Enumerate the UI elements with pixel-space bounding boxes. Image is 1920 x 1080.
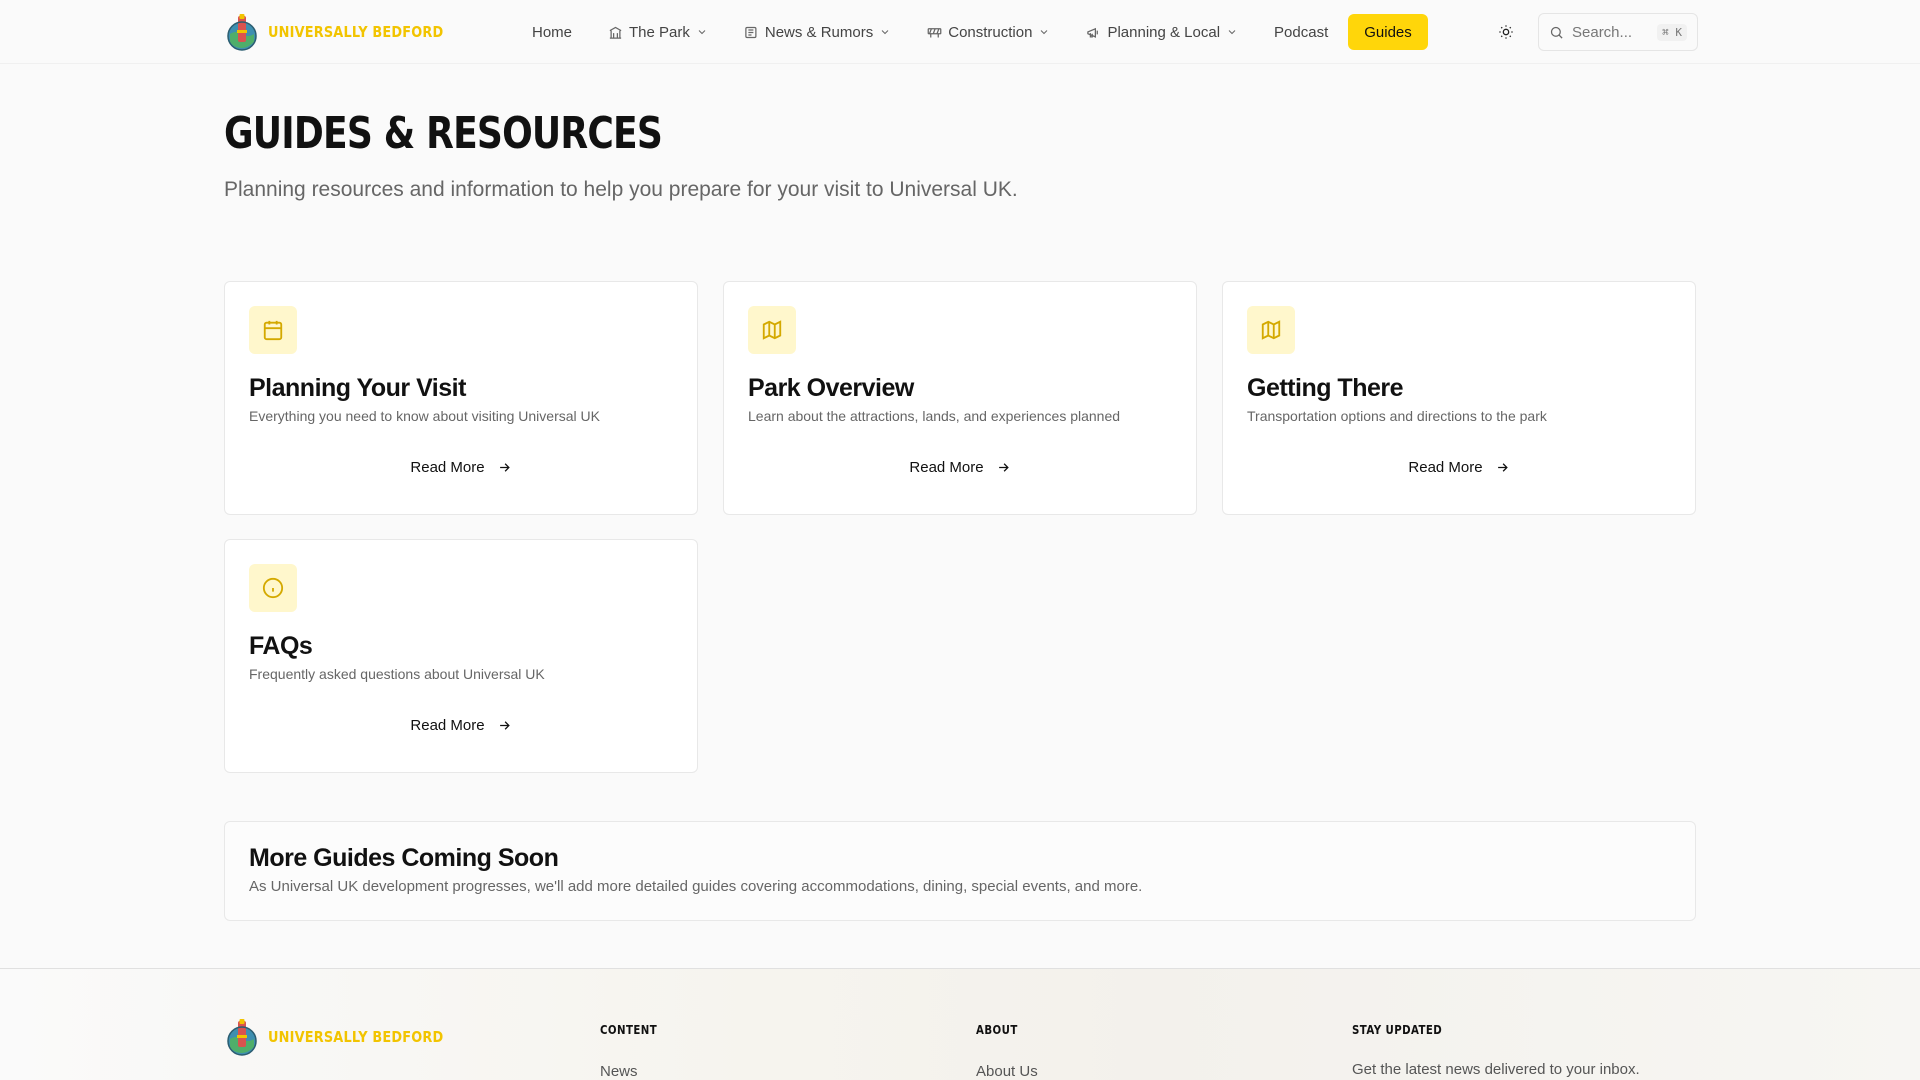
arrow-right-icon (499, 462, 510, 472)
globe-logo-icon (227, 1019, 257, 1056)
construction-icon (927, 27, 942, 37)
site-footer: UNIVERSALLY BEDFORD CONTENT News ABOUT A… (0, 968, 1920, 1080)
footer-brand-link[interactable]: UNIVERSALLY BEDFORD (224, 1017, 472, 1057)
footer-heading-stay-updated: STAY UPDATED (1352, 1023, 1443, 1037)
nav-item-label: Planning & Local (1107, 23, 1221, 41)
page-subtitle: Planning resources and information to he… (224, 178, 1018, 201)
nav-item-label: Construction (948, 23, 1033, 41)
card-description: Frequently asked questions about Univers… (249, 666, 545, 682)
card-icon-box (748, 306, 796, 354)
card-title: Park Overview (748, 374, 914, 402)
nav-item-planning-local[interactable]: Planning & Local (1068, 14, 1256, 50)
read-more-link[interactable]: Read More (225, 708, 697, 742)
card-icon-box (1247, 306, 1295, 354)
card-description: Transportation options and directions to… (1247, 408, 1547, 424)
card-description: Everything you need to know about visiti… (249, 408, 600, 424)
search-placeholder: Search... (1572, 23, 1633, 41)
chevron-down-icon (698, 30, 706, 35)
read-more-label: Read More (410, 458, 485, 476)
read-more-link[interactable]: Read More (225, 450, 697, 484)
nav-item-label: Podcast (1274, 23, 1329, 41)
read-more-link[interactable]: Read More (724, 450, 1196, 484)
coming-soon-banner: More Guides Coming Soon As Universal UK … (224, 821, 1696, 921)
read-more-label: Read More (410, 716, 485, 734)
card-icon-box (249, 564, 297, 612)
nav-item-label: Home (532, 23, 573, 41)
footer-newsletter-text: Get the latest news delivered to your in… (1352, 1061, 1640, 1078)
nav-item-label: Guides (1364, 23, 1412, 41)
search-input[interactable]: Search... ⌘ K (1538, 13, 1698, 51)
guide-card-getting-there[interactable]: Getting There Transportation options and… (1222, 281, 1696, 515)
footer-link-news[interactable]: News (600, 1063, 638, 1080)
nav-links: Home The Park News & Rumors Construction… (514, 0, 1428, 64)
arrow-right-icon (499, 720, 510, 730)
brand-logo-link[interactable]: UNIVERSALLY BEDFORD (224, 12, 472, 52)
newspaper-icon (745, 26, 757, 38)
page-title: GUIDES & RESOURCES (224, 108, 663, 159)
nav-item-the-park[interactable]: The Park (590, 14, 726, 50)
guide-card-faqs[interactable]: FAQs Frequently asked questions about Un… (224, 539, 698, 773)
top-navbar: UNIVERSALLY BEDFORD Home The Park News &… (0, 0, 1920, 64)
info-icon (262, 577, 284, 599)
building-icon (609, 26, 622, 39)
footer-heading-about: ABOUT (976, 1023, 1018, 1037)
nav-item-news-rumors[interactable]: News & Rumors (726, 14, 909, 50)
search-icon (1550, 26, 1563, 39)
nav-item-label: The Park (629, 23, 690, 41)
card-title: Getting There (1247, 374, 1404, 402)
card-title: FAQs (249, 632, 313, 660)
nav-item-construction[interactable]: Construction (909, 14, 1068, 50)
nav-item-label: News & Rumors (764, 23, 874, 41)
arrow-right-icon (1497, 462, 1508, 472)
footer-brand-name: UNIVERSALLY BEDFORD (268, 1028, 444, 1046)
guide-card-park-overview[interactable]: Park Overview Learn about the attraction… (723, 281, 1197, 515)
globe-logo-icon (224, 12, 260, 52)
read-more-label: Read More (1408, 458, 1483, 476)
card-description: Learn about the attractions, lands, and … (748, 408, 1121, 424)
read-more-link[interactable]: Read More (1223, 450, 1695, 484)
keyboard-shortcut-badge: ⌘ K (1657, 23, 1687, 41)
calendar-icon (263, 320, 283, 341)
footer-link-about-us[interactable]: About Us (976, 1063, 1038, 1080)
chevron-down-icon (1041, 30, 1048, 35)
navbar-inner: UNIVERSALLY BEDFORD Home The Park News &… (224, 0, 1698, 64)
chevron-down-icon (881, 30, 889, 35)
chevron-down-icon (1228, 30, 1236, 35)
map-icon (1261, 320, 1281, 340)
nav-item-guides[interactable]: Guides (1348, 14, 1428, 50)
card-title: Planning Your Visit (249, 374, 466, 402)
read-more-label: Read More (909, 458, 984, 476)
footer-heading-content: CONTENT (600, 1023, 658, 1037)
megaphone-icon (1087, 27, 1099, 38)
nav-item-podcast[interactable]: Podcast (1256, 14, 1346, 50)
nav-item-home[interactable]: Home (514, 14, 590, 50)
card-icon-box (249, 306, 297, 354)
sun-icon (1499, 25, 1513, 39)
theme-toggle-button[interactable] (1494, 20, 1518, 44)
brand-name: UNIVERSALLY BEDFORD (268, 23, 444, 41)
guide-card-planning-your-visit[interactable]: Planning Your Visit Everything you need … (224, 281, 698, 515)
coming-soon-title: More Guides Coming Soon (249, 844, 559, 872)
coming-soon-description: As Universal UK development progresses, … (249, 878, 1143, 895)
arrow-right-icon (998, 462, 1009, 472)
map-icon (762, 320, 782, 340)
